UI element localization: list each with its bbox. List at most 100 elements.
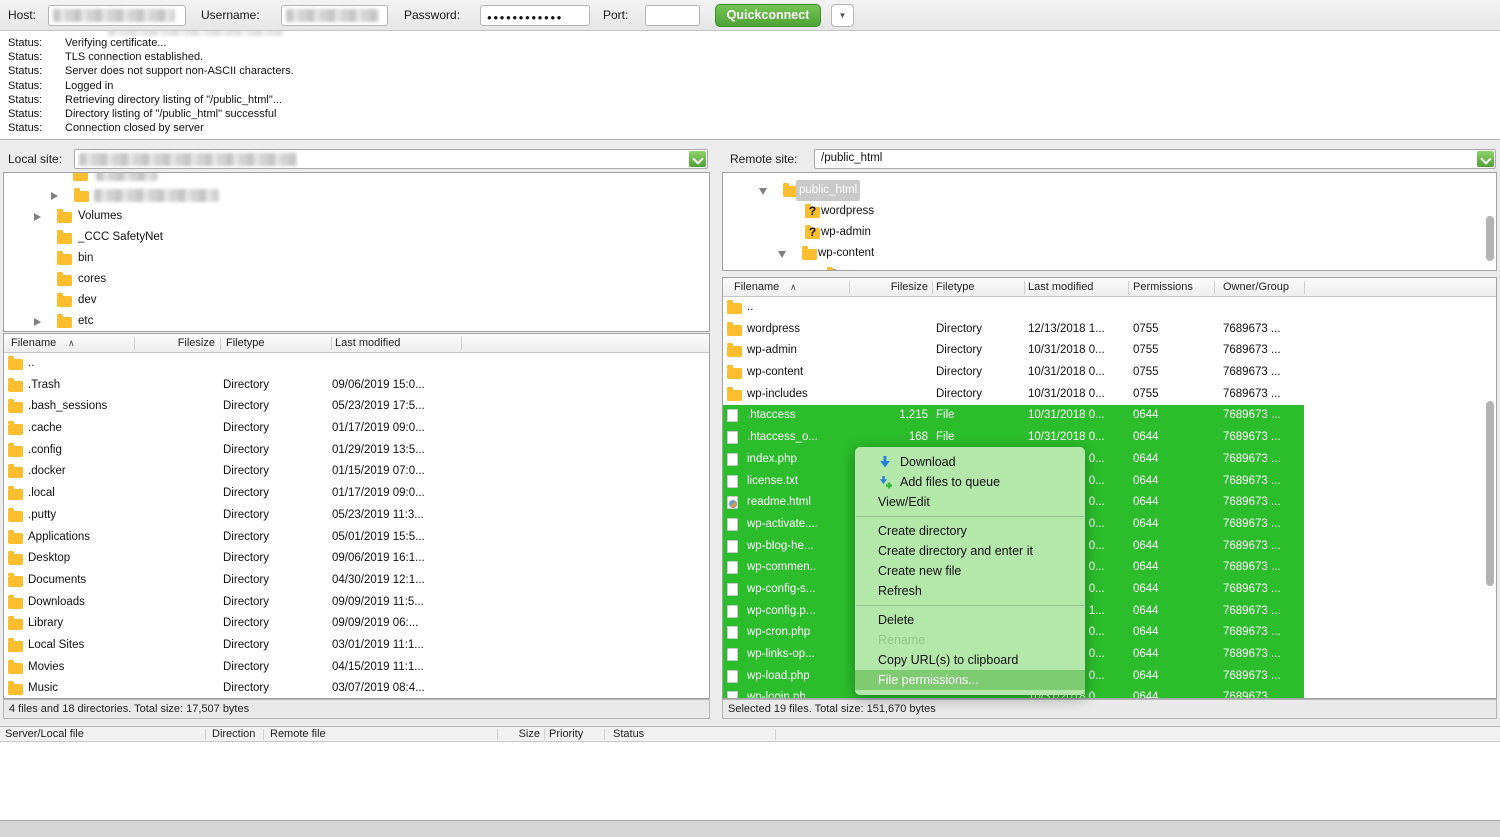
queue-column-priority[interactable]: Priority [549, 727, 583, 742]
file-row[interactable]: LibraryDirectory09/09/2019 06:... [4, 613, 709, 635]
remote-tree-item-wp-content[interactable]: wp-content [723, 243, 1496, 264]
column-header-filesize[interactable]: Filesize [851, 278, 928, 297]
file-row[interactable]: wordpressDirectory12/13/2018 1...0755768… [723, 319, 1496, 341]
file-row[interactable]: .htaccess_o...168File10/31/2018 0...0644… [723, 427, 1496, 449]
file-row[interactable]: .bash_sessionsDirectory05/23/2019 17:5..… [4, 396, 709, 418]
file-row[interactable]: DocumentsDirectory04/30/2019 12:1... [4, 570, 709, 592]
menu-item-add-files-to-queue[interactable]: Add files to queue [855, 472, 1085, 492]
column-separator[interactable] [134, 337, 135, 350]
menu-item-rename[interactable]: Rename [855, 630, 1085, 650]
menu-item-file-permissions[interactable]: File permissions... [855, 670, 1085, 690]
file-row[interactable]: wp-links-op...10/31/2018 0...06447689673… [723, 644, 1496, 666]
file-row[interactable]: .. [723, 297, 1496, 319]
column-header-filetype[interactable]: Filetype [936, 278, 975, 297]
expand-icon[interactable] [34, 213, 41, 221]
remote-site-combo[interactable]: /public_html [814, 149, 1496, 169]
column-header-filetype[interactable]: Filetype [226, 334, 265, 353]
combo-arrow-icon[interactable] [1477, 151, 1494, 167]
column-separator[interactable] [1024, 281, 1025, 294]
column-separator[interactable] [461, 337, 462, 350]
column-separator[interactable] [849, 281, 850, 294]
file-row[interactable]: MoviesDirectory04/15/2019 11:1... [4, 657, 709, 679]
queue-column-status[interactable]: Status [613, 727, 644, 742]
column-separator[interactable] [775, 729, 776, 740]
column-header-filename[interactable]: Filename [11, 334, 56, 353]
remote-tree-item[interactable]: ? [723, 264, 1496, 271]
menu-item-create-directory-and-enter-it[interactable]: Create directory and enter it [855, 541, 1085, 561]
column-separator[interactable] [932, 281, 933, 294]
file-row[interactable]: .localDirectory01/17/2019 09:0... [4, 483, 709, 505]
username-input[interactable] [281, 5, 388, 26]
column-separator[interactable] [263, 729, 264, 740]
file-row[interactable]: wp-activate....10/31/2018 0...0644768967… [723, 514, 1496, 536]
menu-item-download[interactable]: Download [855, 452, 1085, 472]
expand-icon[interactable] [34, 318, 41, 326]
column-separator[interactable] [604, 729, 605, 740]
quickconnect-button[interactable]: Quickconnect [715, 4, 821, 27]
menu-item-create-new-file[interactable]: Create new file [855, 561, 1085, 581]
file-row[interactable]: .htaccess1,215File10/31/2018 0...0644768… [723, 405, 1496, 427]
column-separator[interactable] [497, 729, 498, 740]
combo-arrow-icon[interactable] [689, 151, 706, 167]
file-row[interactable]: DesktopDirectory09/06/2019 16:1... [4, 548, 709, 570]
local-tree-item[interactable] [4, 185, 709, 206]
queue-column-server-local-file[interactable]: Server/Local file [5, 727, 84, 742]
file-row[interactable]: MusicDirectory03/07/2019 08:4... [4, 678, 709, 699]
file-row[interactable]: wp-includesDirectory10/31/2018 0...07557… [723, 384, 1496, 406]
file-row[interactable]: readme.html10/31/2018 0...06447689673 ..… [723, 492, 1496, 514]
file-row[interactable]: .configDirectory01/29/2019 13:5... [4, 440, 709, 462]
queue-column-size[interactable]: Size [480, 727, 540, 742]
file-row[interactable]: wp-load.php10/31/2018 0...06447689673 ..… [723, 666, 1496, 688]
column-header-permissions[interactable]: Permissions [1133, 278, 1193, 297]
file-row[interactable]: Local SitesDirectory03/01/2019 11:1... [4, 635, 709, 657]
file-row[interactable]: wp-adminDirectory10/31/2018 0...07557689… [723, 340, 1496, 362]
column-separator[interactable] [331, 337, 332, 350]
queue-column-remote-file[interactable]: Remote file [270, 727, 326, 742]
file-row[interactable]: DownloadsDirectory09/09/2019 11:5... [4, 592, 709, 614]
column-header-filesize[interactable]: Filesize [137, 334, 215, 353]
column-header-owner-group[interactable]: Owner/Group [1223, 278, 1289, 297]
queue-column-direction[interactable]: Direction [212, 727, 255, 742]
password-input[interactable]: ●●●●●●●●●●●● [480, 5, 590, 26]
column-separator[interactable] [205, 729, 206, 740]
file-row[interactable]: .TrashDirectory09/06/2019 15:0... [4, 375, 709, 397]
menu-item-view-edit[interactable]: View/Edit [855, 492, 1085, 512]
local-tree-item--ccc-safetynet[interactable]: _CCC SafetyNet [4, 227, 709, 248]
scrollbar-thumb[interactable] [1486, 401, 1494, 586]
expand-icon[interactable] [51, 192, 58, 200]
menu-item-refresh[interactable]: Refresh [855, 581, 1085, 601]
column-separator[interactable] [1128, 281, 1129, 294]
local-tree-item-bin[interactable]: bin [4, 248, 709, 269]
column-separator[interactable] [1214, 281, 1215, 294]
collapse-icon[interactable] [778, 251, 786, 258]
file-row[interactable]: wp-cron.php10/31/2018 0...06447689673 ..… [723, 622, 1496, 644]
menu-item-delete[interactable]: Delete [855, 610, 1085, 630]
column-separator[interactable] [1304, 281, 1305, 294]
local-site-combo[interactable] [74, 149, 708, 169]
local-tree-item-volumes[interactable]: Volumes [4, 206, 709, 227]
file-row[interactable]: .. [4, 353, 709, 375]
column-separator[interactable] [544, 729, 545, 740]
file-row[interactable]: wp-login.ph...10/31/2018 0...06447689673… [723, 687, 1496, 699]
column-header-filename[interactable]: Filename [734, 278, 779, 297]
local-tree-item[interactable] [4, 172, 709, 185]
file-row[interactable]: .dockerDirectory01/15/2019 07:0... [4, 461, 709, 483]
column-separator[interactable] [220, 337, 221, 350]
local-tree-item-dev[interactable]: dev [4, 290, 709, 311]
collapse-icon[interactable] [759, 188, 767, 195]
file-row[interactable]: wp-config.p...01/15/2019 1...06447689673… [723, 601, 1496, 623]
remote-tree-item-wp-admin[interactable]: ?wp-admin [723, 222, 1496, 243]
file-row[interactable]: wp-blog-he...10/31/2018 0...06447689673 … [723, 536, 1496, 558]
local-tree-item-cores[interactable]: cores [4, 269, 709, 290]
column-header-last-modified[interactable]: Last modified [335, 334, 400, 353]
file-row[interactable]: wp-commen..10/31/2018 0...06447689673 ..… [723, 557, 1496, 579]
remote-tree-item-public-html[interactable]: public_html [723, 180, 1496, 201]
local-tree-item-etc[interactable]: etc [4, 311, 709, 332]
host-input[interactable] [48, 5, 186, 26]
file-row[interactable]: wp-config-s...10/31/2018 0...06447689673… [723, 579, 1496, 601]
file-row[interactable]: license.txt10/31/2018 0...06447689673 ..… [723, 471, 1496, 493]
file-row[interactable]: ApplicationsDirectory05/01/2019 15:5... [4, 527, 709, 549]
file-row[interactable]: index.php10/31/2018 0...06447689673 ... [723, 449, 1496, 471]
file-row[interactable]: wp-contentDirectory10/31/2018 0...075576… [723, 362, 1496, 384]
remote-tree-item-wordpress[interactable]: ?wordpress [723, 201, 1496, 222]
